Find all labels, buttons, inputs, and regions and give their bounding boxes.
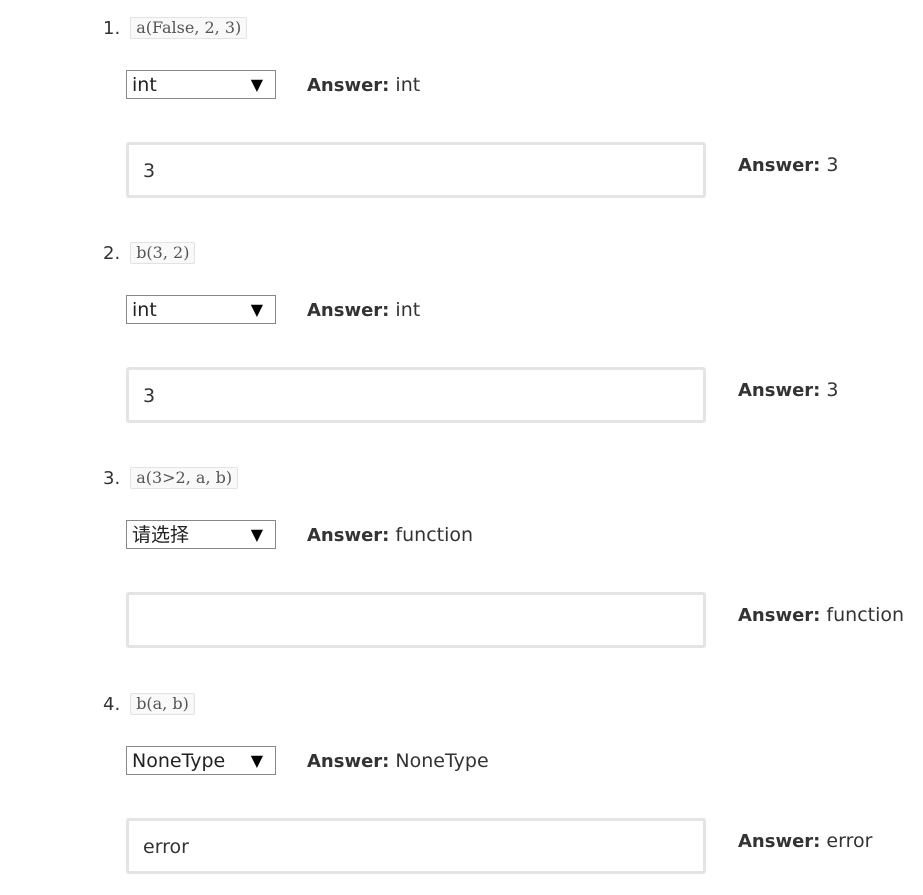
select-answer-value: int <box>395 74 421 96</box>
question-header: 1. a(False, 2, 3) <box>103 16 248 40</box>
value-input-text: 3 <box>143 160 156 182</box>
text-answer: Answer: error <box>738 829 872 854</box>
question-number: 2. <box>103 242 121 264</box>
type-select-value: 请选择 <box>132 524 190 546</box>
type-select-value: int <box>132 299 157 321</box>
dropdown-arrow-icon: ▼ <box>250 751 263 770</box>
question-header: 3. a(3>2, a, b) <box>103 466 239 490</box>
question-4: 4. b(a, b) NoneType ▼ Answer: NoneType e… <box>0 676 923 895</box>
text-answer-value: 3 <box>826 154 839 176</box>
value-input-text: 3 <box>143 385 156 407</box>
text-answer-value: 3 <box>826 379 839 401</box>
answer-label: Answer: <box>307 525 390 546</box>
question-number: 3. <box>103 467 121 489</box>
text-answer: Answer: 3 <box>738 378 839 403</box>
question-code: a(False, 2, 3) <box>130 17 248 39</box>
question-number: 4. <box>103 693 121 715</box>
question-2: 2. b(3, 2) int ▼ Answer: int 3 Answer: 3 <box>0 225 923 451</box>
select-answer: Answer: int <box>307 73 420 98</box>
question-code: a(3>2, a, b) <box>130 467 239 489</box>
type-select[interactable]: int ▼ <box>126 70 276 99</box>
answer-label: Answer: <box>307 751 390 772</box>
value-input[interactable] <box>126 592 706 648</box>
type-select[interactable]: 请选择 ▼ <box>126 520 276 549</box>
answer-label: Answer: <box>307 75 390 96</box>
question-number: 1. <box>103 17 121 39</box>
type-select-value: int <box>132 74 157 96</box>
answer-label: Answer: <box>738 831 821 852</box>
value-input[interactable]: error <box>126 818 706 874</box>
question-code: b(a, b) <box>130 693 195 715</box>
dropdown-arrow-icon: ▼ <box>250 525 263 544</box>
question-header: 4. b(a, b) <box>103 692 195 716</box>
type-select[interactable]: int ▼ <box>126 295 276 324</box>
question-code: b(3, 2) <box>130 242 196 264</box>
text-answer-value: error <box>826 830 873 852</box>
type-select[interactable]: NoneType ▼ <box>126 746 276 775</box>
question-header: 2. b(3, 2) <box>103 241 196 265</box>
select-answer: Answer: NoneType <box>307 749 489 774</box>
value-input[interactable]: 3 <box>126 367 706 423</box>
select-answer: Answer: function <box>307 523 473 548</box>
dropdown-arrow-icon: ▼ <box>250 300 263 319</box>
answer-label: Answer: <box>307 300 390 321</box>
value-input[interactable]: 3 <box>126 142 706 198</box>
dropdown-arrow-icon: ▼ <box>250 75 263 94</box>
type-select-value: NoneType <box>132 750 226 772</box>
text-answer-value: function <box>826 604 905 626</box>
text-answer: Answer: 3 <box>738 153 839 178</box>
select-answer: Answer: int <box>307 298 420 323</box>
answer-label: Answer: <box>738 380 821 401</box>
select-answer-value: function <box>395 524 474 546</box>
question-1: 1. a(False, 2, 3) int ▼ Answer: int 3 An… <box>0 0 923 226</box>
text-answer: Answer: function <box>738 603 904 628</box>
select-answer-value: NoneType <box>395 750 489 772</box>
select-answer-value: int <box>395 299 421 321</box>
question-3: 3. a(3>2, a, b) 请选择 ▼ Answer: function A… <box>0 450 923 676</box>
answer-label: Answer: <box>738 155 821 176</box>
value-input-text: error <box>143 836 189 858</box>
answer-label: Answer: <box>738 605 821 626</box>
